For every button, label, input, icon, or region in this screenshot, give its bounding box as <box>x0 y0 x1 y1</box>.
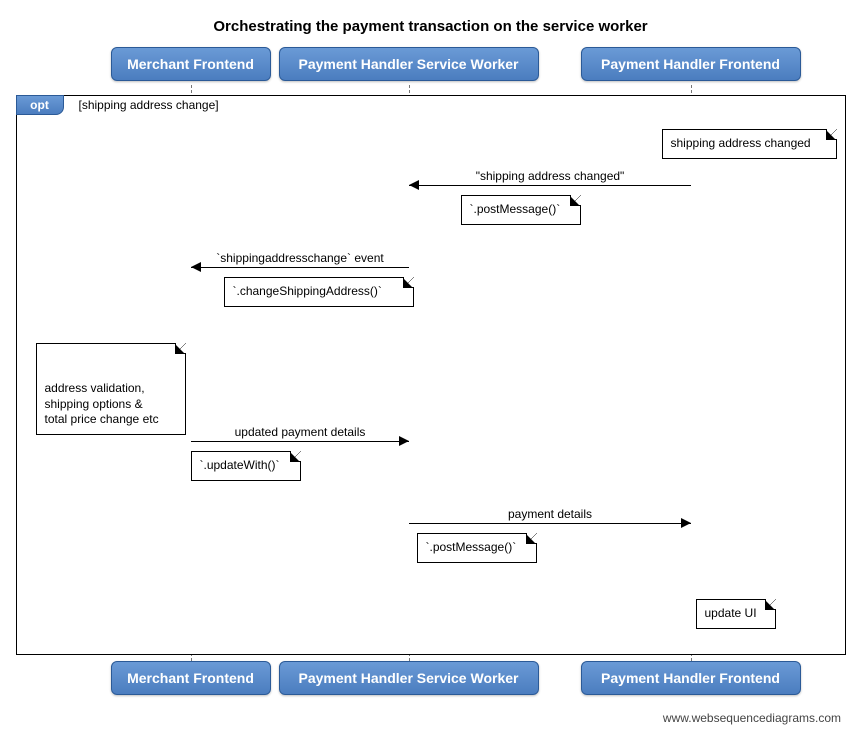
msg3-note: `.updateWith()` <box>191 451 301 481</box>
msg1-line <box>409 185 691 186</box>
diagram-stage: Merchant Frontend Payment Handler Servic… <box>11 47 851 707</box>
msg4-arrow <box>681 518 691 528</box>
msg3-arrow <box>399 436 409 446</box>
participant-merchant-bottom: Merchant Frontend <box>111 661 271 695</box>
msg3-label: updated payment details <box>192 425 409 439</box>
diagram-title: Orchestrating the payment transaction on… <box>10 18 851 35</box>
note-phf-update-ui: update UI <box>696 599 776 629</box>
participant-merchant-top: Merchant Frontend <box>111 47 271 81</box>
participant-frontend-top: Payment Handler Frontend <box>581 47 801 81</box>
msg4-note: `.postMessage()` <box>417 533 537 563</box>
opt-tag: opt <box>16 95 64 115</box>
msg1-note: `.postMessage()` <box>461 195 581 225</box>
msg2-arrow <box>191 262 201 272</box>
msg3-line <box>191 441 409 442</box>
msg4-label: payment details <box>410 507 691 521</box>
note-phf-shipping-changed: shipping address changed <box>662 129 837 159</box>
attribution-link[interactable]: www.websequencediagrams.com <box>10 711 851 725</box>
msg2-note: `.changeShippingAddress()` <box>224 277 414 307</box>
opt-guard: [shipping address change] <box>79 98 219 112</box>
msg2-line <box>191 267 409 268</box>
msg2-label: `shippingaddresschange` event <box>192 251 409 265</box>
participant-sw-bottom: Payment Handler Service Worker <box>279 661 539 695</box>
participant-sw-top: Payment Handler Service Worker <box>279 47 539 81</box>
msg4-line <box>409 523 691 524</box>
msg1-label: "shipping address changed" <box>410 169 691 183</box>
note-merchant-validation: address validation, shipping options & t… <box>36 343 186 435</box>
participant-frontend-bottom: Payment Handler Frontend <box>581 661 801 695</box>
msg1-arrow <box>409 180 419 190</box>
